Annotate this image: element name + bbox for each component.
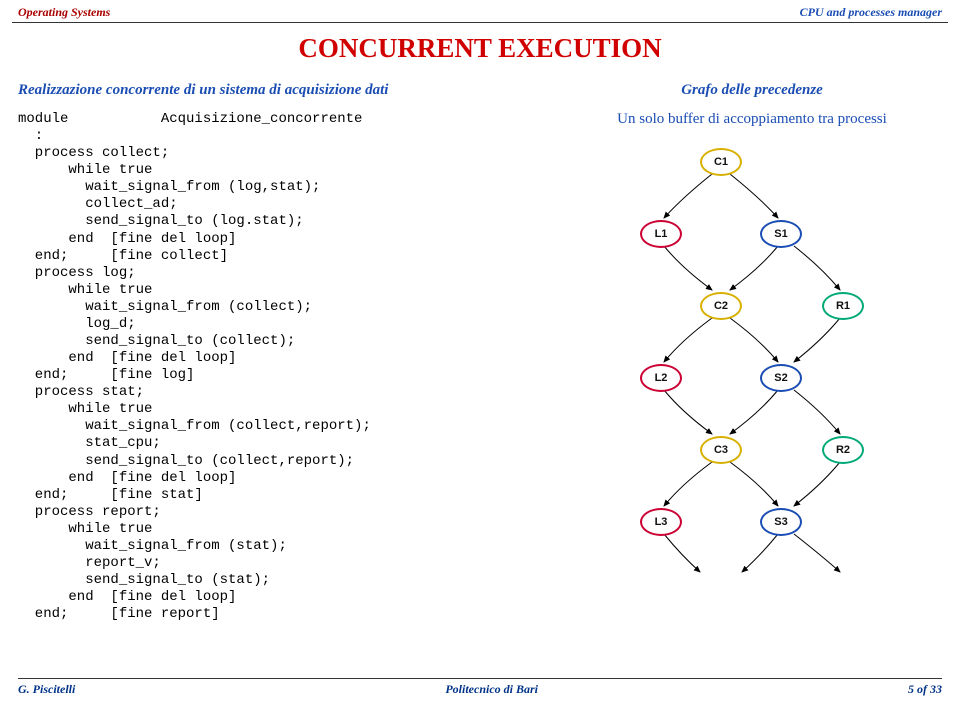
right-description: Un solo buffer di accoppiamento tra proc… (562, 111, 942, 128)
left-subtitle: Realizzazione concorrente di un sistema … (18, 82, 542, 99)
header-left-course: Operating Systems (18, 5, 110, 20)
node-s1: S1 (760, 220, 802, 248)
header-divider (12, 22, 948, 23)
node-l2: L2 (640, 364, 682, 392)
node-l1: L1 (640, 220, 682, 248)
node-c3: C3 (700, 436, 742, 464)
node-r2: R2 (822, 436, 864, 464)
right-subtitle: Grafo delle precedenze (562, 82, 942, 99)
right-column: Grafo delle precedenze Un solo buffer di… (542, 82, 942, 623)
content-area: Realizzazione concorrente di un sistema … (0, 82, 960, 623)
node-c2: C2 (700, 292, 742, 320)
page-title: CONCURRENT EXECUTION (0, 33, 960, 64)
graph-edges (582, 148, 942, 578)
page-footer: G. Piscitelli Politecnico di Bari 5 of 3… (0, 678, 960, 697)
node-s2: S2 (760, 364, 802, 392)
precedence-graph: C1 L1 S1 C2 R1 L2 S2 C3 R2 L3 S3 (582, 148, 942, 578)
left-column: Realizzazione concorrente di un sistema … (18, 82, 542, 623)
node-l3: L3 (640, 508, 682, 536)
footer-page-number: 5 of 33 (908, 682, 942, 697)
node-r1: R1 (822, 292, 864, 320)
node-c1: C1 (700, 148, 742, 176)
code-block: module Acquisizione_concorrente : proces… (18, 111, 542, 623)
footer-institution: Politecnico di Bari (445, 682, 538, 697)
footer-row: G. Piscitelli Politecnico di Bari 5 of 3… (18, 682, 942, 697)
header-right-topic: CPU and processes manager (800, 5, 942, 20)
page-header: Operating Systems CPU and processes mana… (0, 0, 960, 22)
footer-author: G. Piscitelli (18, 682, 75, 697)
node-s3: S3 (760, 508, 802, 536)
footer-divider (18, 678, 942, 679)
